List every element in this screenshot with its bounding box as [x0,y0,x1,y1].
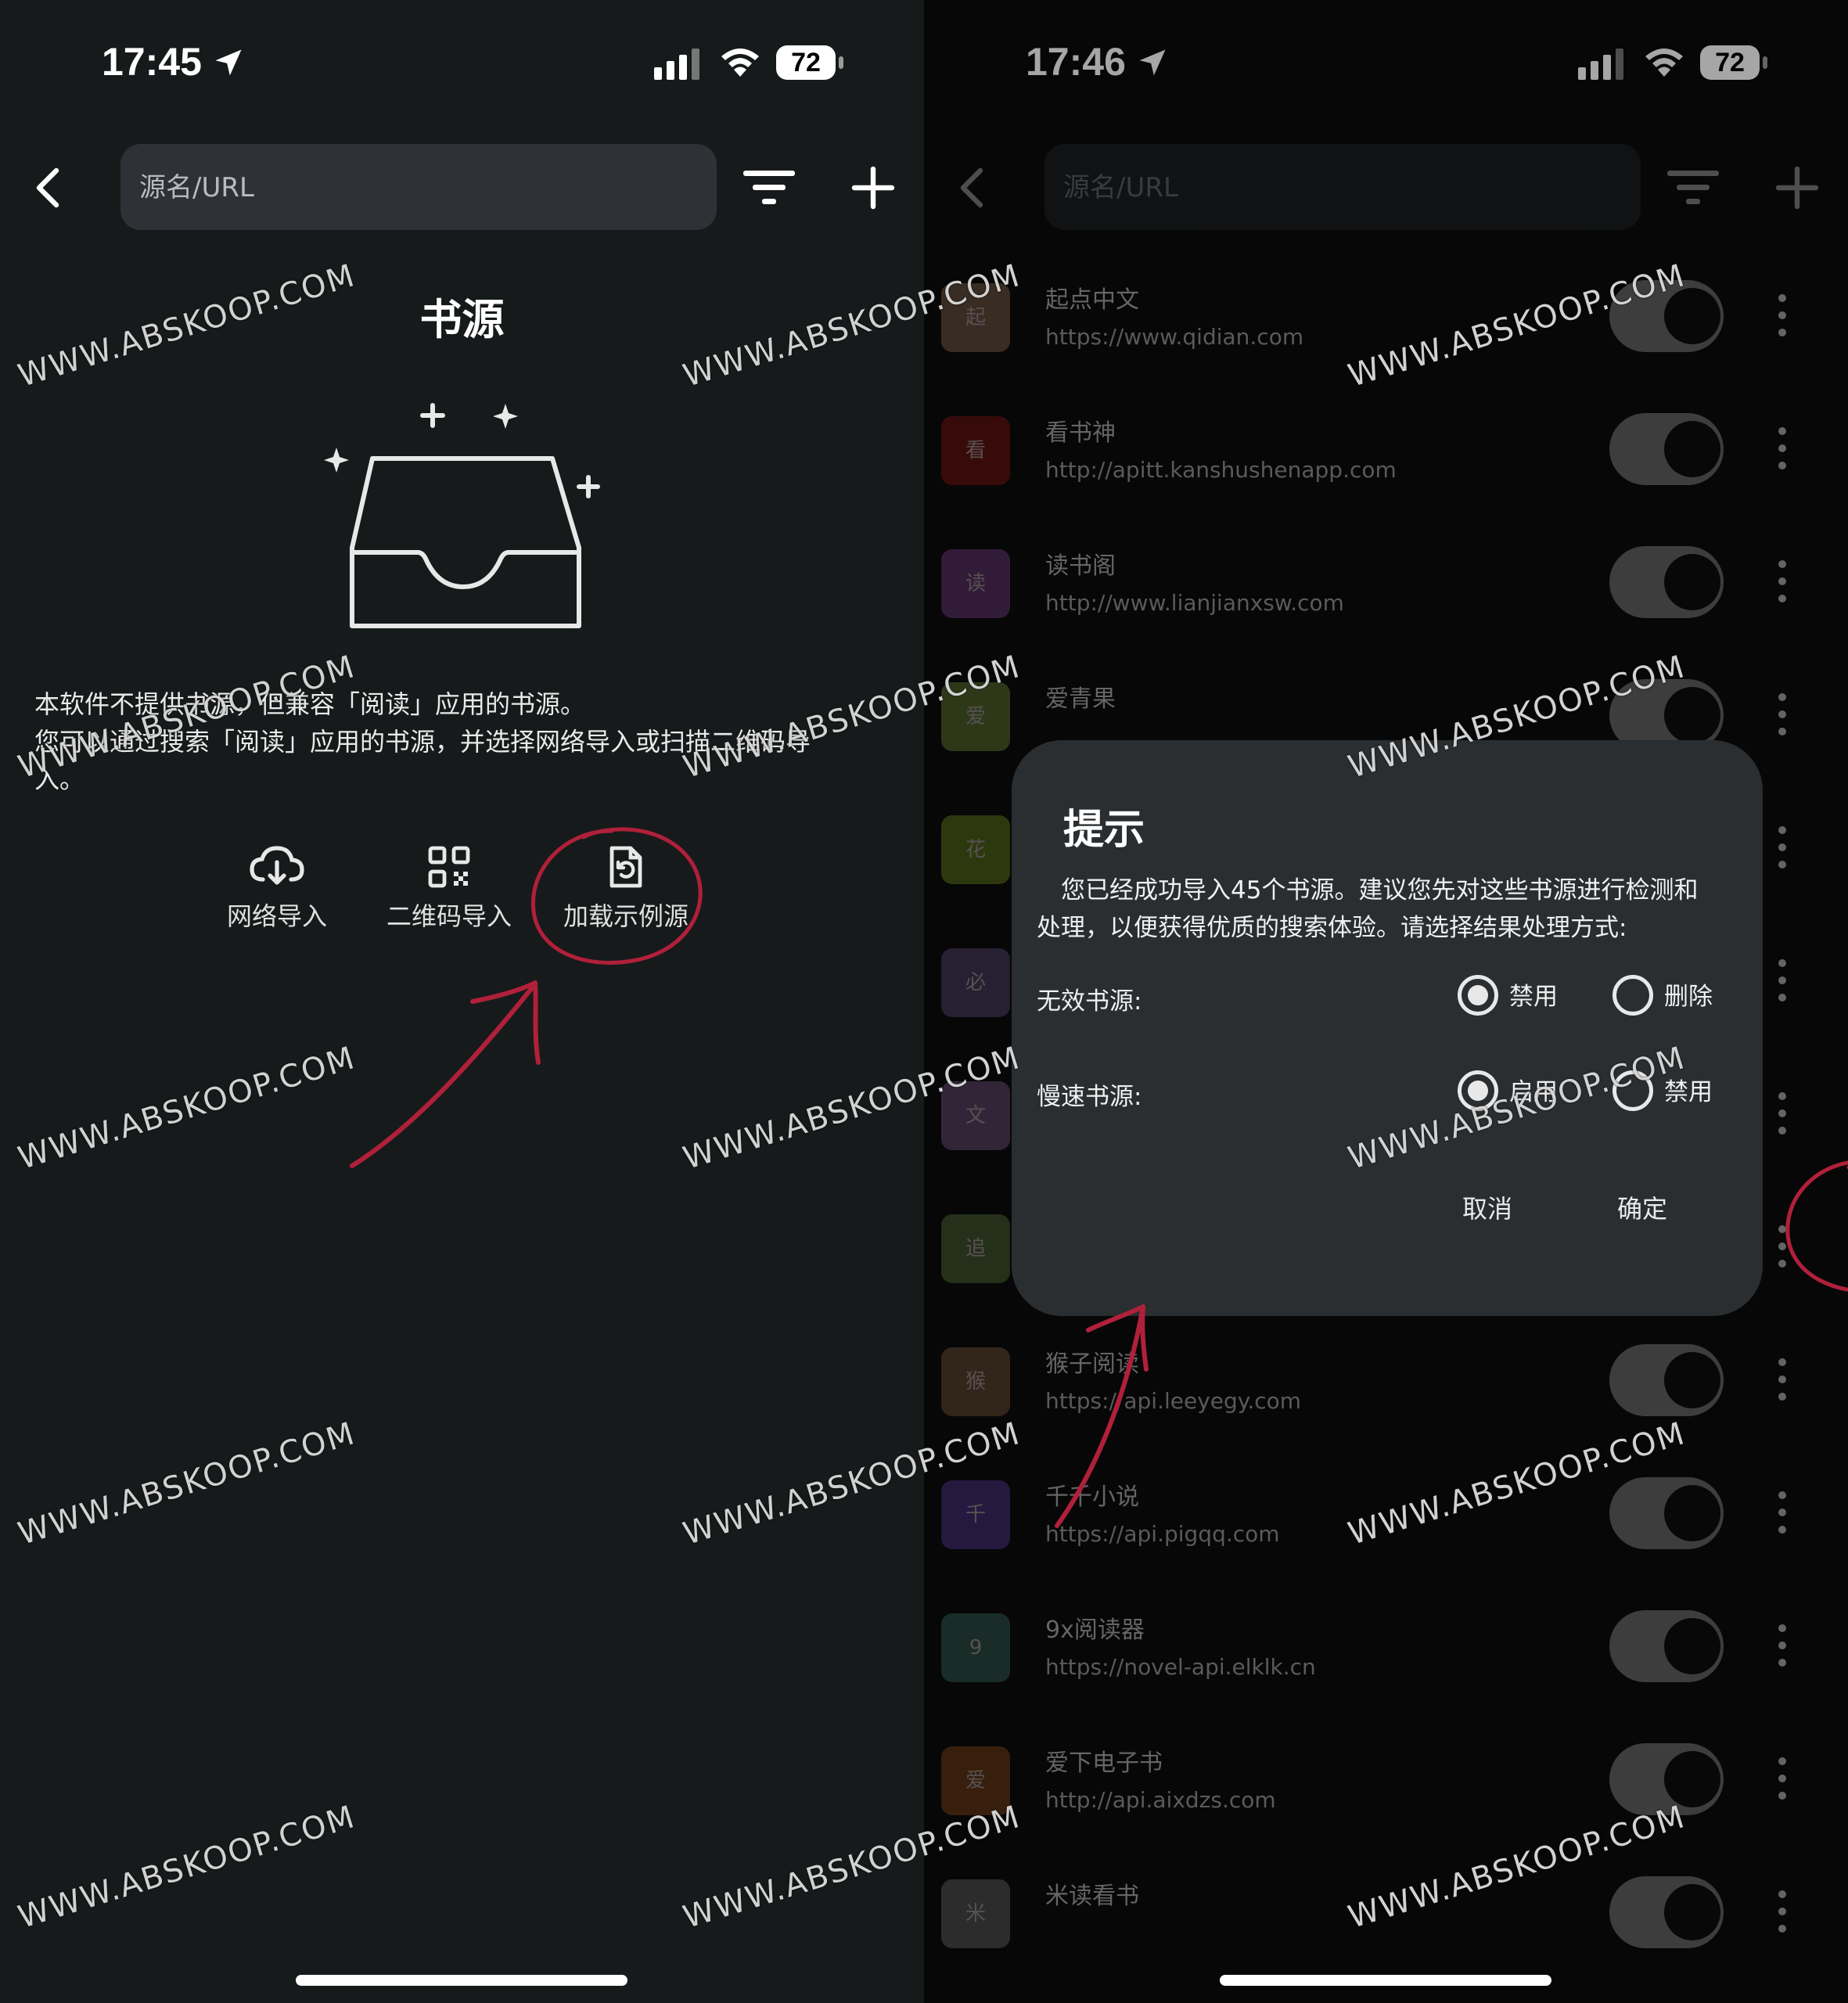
radio-unchecked-icon [1613,975,1653,1016]
radio-label: 启用 [1509,1078,1558,1106]
description-line: 本软件不提供书源，但兼容「阅读」应用的书源。 [34,689,586,719]
network-import-button[interactable]: 网络导入 [227,845,327,933]
qr-code-icon [428,846,470,888]
radio-unchecked-icon [1613,1070,1653,1111]
dialog-message-line: 您已经成功导入45个书源。建议您先对这些书源进行检测和 [1037,876,1699,904]
right-screen: 17:46 72 起起点中文https://www.qidian.com正版未测… [924,0,1848,2003]
invalid-disable-radio[interactable]: 禁用 [1458,973,1558,1020]
back-arrow-icon[interactable] [23,163,74,213]
network-import-label: 网络导入 [227,901,328,931]
filter-icon[interactable] [743,167,795,208]
battery-cap [839,56,843,69]
search-box[interactable] [120,144,717,232]
annotation-arrow [350,980,541,1168]
slow-source-label: 慢速书源: [1037,1083,1142,1111]
import-result-dialog: 提示 您已经成功导入45个书源。建议您先对这些书源进行检测和 处理，以便获得优质… [1012,740,1763,1316]
import-actions: 网络导入 二维码导入 加载示例源 [0,845,924,947]
radio-checked-icon [1458,1070,1498,1111]
radio-checked-icon [1458,975,1498,1016]
cellular-signal-icon [654,49,699,80]
annotation-circle [530,827,703,965]
status-bar: 17:45 72 [0,0,924,125]
home-indicator[interactable] [1220,1975,1551,1986]
battery-level: 72 [776,45,836,80]
top-bar [0,141,924,235]
empty-inbox-icon [324,403,600,628]
left-screen: 17:45 72 书源 本软件不提供书源，但兼容「阅读」应用的书源。 您可以通过… [0,0,924,2003]
empty-description: 本软件不提供书源，但兼容「阅读」应用的书源。 您可以通过搜索「阅读」应用的书源，… [34,685,895,798]
radio-label: 禁用 [1509,983,1558,1011]
home-indicator[interactable] [296,1975,627,1986]
qr-import-label: 二维码导入 [386,901,512,931]
page-title: 书源 [419,295,505,344]
qr-import-button[interactable]: 二维码导入 [386,845,512,933]
dialog-title: 提示 [1063,807,1145,854]
slow-disable-radio[interactable]: 禁用 [1613,1069,1713,1116]
location-arrow-icon [215,49,242,76]
dialog-message-line: 处理，以便获得优质的搜索体验。请选择结果处理方式: [1037,914,1627,942]
radio-label: 删除 [1664,983,1713,1011]
wifi-icon [721,49,759,77]
invalid-source-label: 无效书源: [1037,987,1142,1016]
dialog-message: 您已经成功导入45个书源。建议您先对这些书源进行检测和 处理，以便获得优质的搜索… [1037,872,1741,947]
search-input[interactable] [138,144,689,232]
annotation-circle [1785,1160,1848,1292]
description-line: 您可以通过搜索「阅读」应用的书源，并选择网络导入或扫描二维码导 [34,727,811,757]
invalid-delete-radio[interactable]: 删除 [1613,973,1713,1020]
cloud-download-icon [250,846,304,885]
status-time: 17:45 [102,40,202,84]
battery-indicator: 72 [776,45,843,81]
annotation-arrow [1055,1304,1149,1528]
description-line: 入。 [34,764,85,794]
cancel-button[interactable]: 取消 [1462,1189,1512,1225]
add-icon[interactable] [848,163,898,213]
slow-enable-radio[interactable]: 启用 [1458,1069,1558,1116]
confirm-button[interactable]: 确定 [1617,1189,1667,1225]
radio-label: 禁用 [1664,1078,1713,1106]
